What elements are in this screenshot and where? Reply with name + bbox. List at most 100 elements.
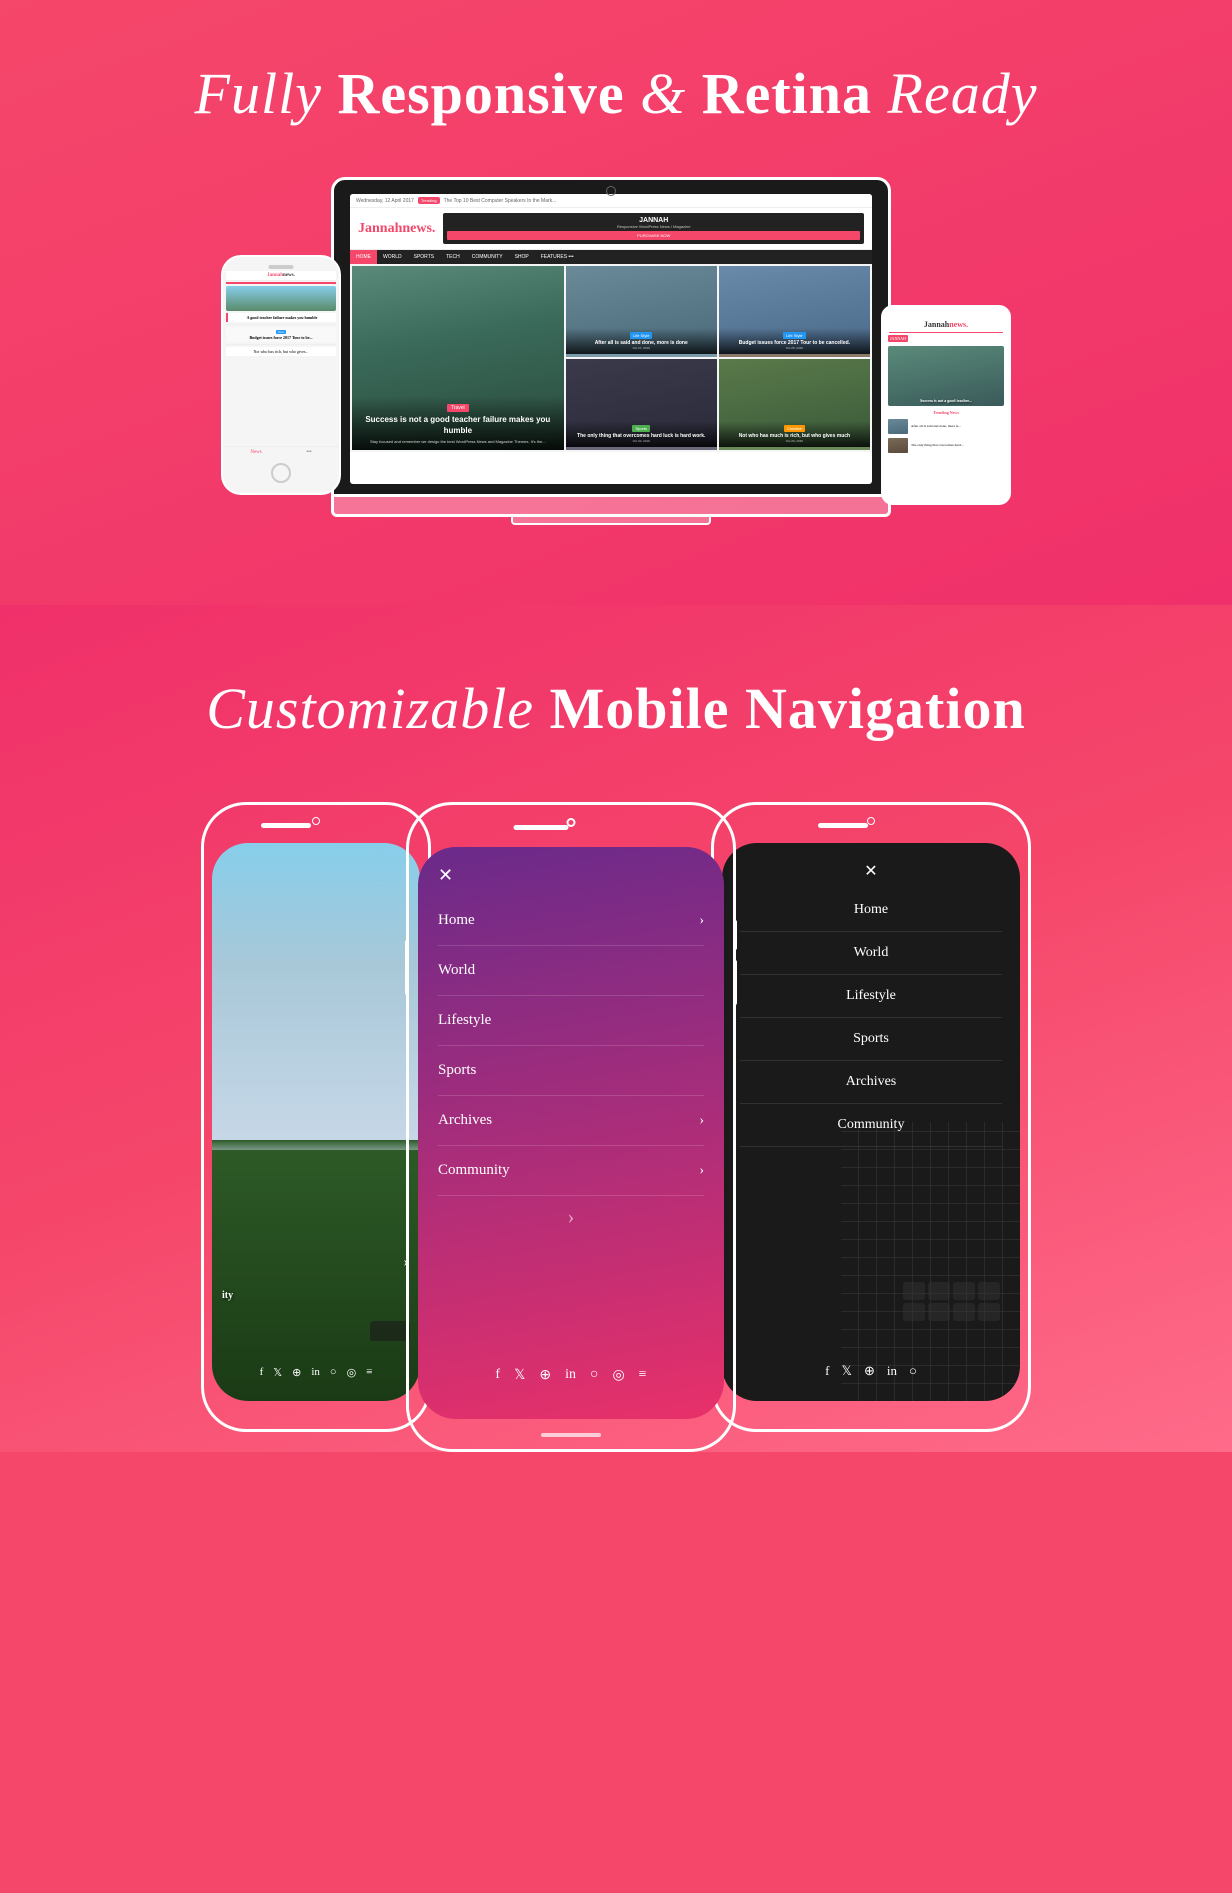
social-ig-2: ◎ [612,1367,624,1384]
scroll-chevron: › [418,1206,724,1229]
menu-item-lifestyle-label: Lifestyle [438,1012,491,1029]
headline-bold1: Responsive [337,61,624,126]
dark-menu-world[interactable]: World [740,932,1002,975]
phone-center: ✕ Home › World Lifestyle [406,802,736,1452]
nav-tech[interactable]: TECH [440,250,466,264]
phone2-close-btn[interactable]: ✕ [418,847,724,896]
jannah-logo: Jannahnews. [358,221,435,237]
dark-menu-sports[interactable]: Sports [740,1018,1002,1061]
menu-item-community[interactable]: Community › [438,1146,704,1196]
menu-item-community-chevron: › [699,1163,704,1179]
section-mobile-nav: Customizable Mobile Navigation [0,605,1232,1452]
social-gh-3: ○ [909,1363,917,1379]
menu-item-home-label: Home [438,912,475,929]
phone3-close[interactable]: ✕ [722,843,1020,889]
social-github: ○ [330,1366,337,1379]
menu-item-world-label: World [438,962,475,979]
social-linkedin: in [311,1366,320,1379]
dark-menu-lifestyle[interactable]: Lifestyle [740,975,1002,1018]
topbar-headline: The Top 10 Best Computer Speakers In the… [444,198,557,204]
nav-shop[interactable]: SHOP [509,250,535,264]
phone3-screen: ✕ Home World Lifestyle Sports Archives C… [722,843,1020,1401]
article-5: Creative Not who has much is rich, but w… [719,359,870,450]
tablet-mockup-right: Jannahnews. JANNAH Success is not a good… [881,305,1011,505]
phone1-social-icons: f 𝕏 ⊕ in ○ ◎ ≡ [212,1366,420,1379]
jannah-ad: JANNAH Responsive WordPress News / Magaz… [443,213,864,244]
jannah-nav: HOME WORLD SPORTS TECH COMMUNITY SHOP FE… [350,250,872,264]
social-li-3: in [887,1363,897,1379]
logo-text: Jannah [358,221,402,236]
phone1-screen: ity › f 𝕏 ⊕ in ○ ◎ ≡ [212,843,420,1401]
jannah-topbar: Wednesday, 12 April 2017 Trending The To… [350,194,872,208]
tablet-inner: Jannahnews. JANNAH Success is not a good… [883,307,1009,503]
phone-article-3: Not who has rich, but who gives... [226,347,336,356]
laptop-screen: Wednesday, 12 April 2017 Trending The To… [350,194,872,484]
phone-left-partial: ity › f 𝕏 ⊕ in ○ ◎ ≡ [201,802,431,1432]
phone-right-partial: ✕ Home World Lifestyle Sports Archives C… [711,802,1031,1432]
social-tw-3: 𝕏 [841,1363,851,1379]
social-tw-2: 𝕏 [514,1367,525,1384]
article-3: Life Style Budget issues force 2017 Tour… [719,266,870,357]
trending-badge: Trending [418,197,440,204]
nav-home[interactable]: HOME [350,250,377,264]
phone2-social-icons: f 𝕏 ⊕ in ○ ◎ ≡ [418,1367,724,1384]
social-facebook: f [260,1366,264,1379]
phone3-menu-list: Home World Lifestyle Sports Archives Com… [722,889,1020,1147]
social-li-2: in [565,1367,576,1384]
nav-features[interactable]: FEATURES ••• [535,250,580,264]
jannah-website: Wednesday, 12 April 2017 Trending The To… [350,194,872,484]
headline-part2: & [625,61,702,126]
topbar-date: Wednesday, 12 April 2017 [356,198,414,204]
menu-item-world[interactable]: World [438,946,704,996]
nav-sports[interactable]: SPORTS [408,250,440,264]
social-rs-2: ≡ [639,1367,647,1384]
menu-item-archives-label: Archives [438,1112,492,1129]
social-fb-2: f [495,1367,500,1384]
social-dr-2: ⊕ [539,1367,551,1384]
headline-bold2: Retina [702,61,872,126]
section-responsive: Fully Responsive & Retina Ready Jannahne… [0,0,1232,605]
article-2: Life Style After all is said and done, m… [566,266,717,357]
dark-menu-archives[interactable]: Archives [740,1061,1002,1104]
menu-item-sports[interactable]: Sports [438,1046,704,1096]
phone-mockup-left: Jannahnews. A good teacher failure makes… [221,255,341,495]
headline-responsive: Fully Responsive & Retina Ready [20,60,1212,127]
menu-item-lifestyle[interactable]: Lifestyle [438,996,704,1046]
laptop-foot [511,517,711,525]
phone2-menu: ✕ Home › World Lifestyle [418,847,724,1419]
article-4: Sports The only thing that overcomes har… [566,359,717,450]
nav-world[interactable]: WORLD [377,250,408,264]
mobile-headline-part1: Customizable [206,676,549,741]
mobile-headline-bold: Mobile Navigation [550,676,1026,741]
laptop-screen-frame: Wednesday, 12 April 2017 Trending The To… [331,177,891,497]
devices-container: Jannahnews. A good teacher failure makes… [66,177,1166,525]
nav-community[interactable]: COMMUNITY [466,250,509,264]
menu-item-home[interactable]: Home › [438,896,704,946]
tablet-logo: Jannahnews. [886,317,1006,332]
phone1-text: ity [222,1290,233,1301]
phone2-menu-list: Home › World Lifestyle Sports [418,896,724,1196]
social-instagram: ◎ [347,1366,357,1379]
social-dr-3: ⊕ [864,1363,875,1379]
jannah-header: Jannahnews. JANNAH Responsive WordPress … [350,208,872,250]
social-fb-3: f [825,1363,829,1379]
dark-menu-home[interactable]: Home [740,889,1002,932]
logo-suffix: news. [402,221,435,236]
menu-item-community-label: Community [438,1162,510,1179]
social-twitter: 𝕏 [273,1366,282,1379]
menu-item-archives[interactable]: Archives › [438,1096,704,1146]
menu-item-home-chevron: › [699,913,704,929]
headline-mobile: Customizable Mobile Navigation [20,675,1212,742]
headline-part1: Fully [195,61,338,126]
social-dribbble: ⊕ [292,1366,301,1379]
social-rss: ≡ [366,1366,372,1379]
phone3-social-icons: f 𝕏 ⊕ in ○ [722,1363,1020,1379]
phone2-screen: ✕ Home › World Lifestyle [418,847,724,1419]
phones-row: ity › f 𝕏 ⊕ in ○ ◎ ≡ [20,802,1212,1452]
phone-inner: Jannahnews. A good teacher failure makes… [223,257,339,493]
laptop-mockup: Wednesday, 12 April 2017 Trending The To… [331,177,891,525]
phone-article-1: A good teacher failure makes you humble [226,313,336,322]
menu-item-sports-label: Sports [438,1062,476,1079]
headline-part3: Ready [872,61,1037,126]
laptop-base [331,497,891,517]
